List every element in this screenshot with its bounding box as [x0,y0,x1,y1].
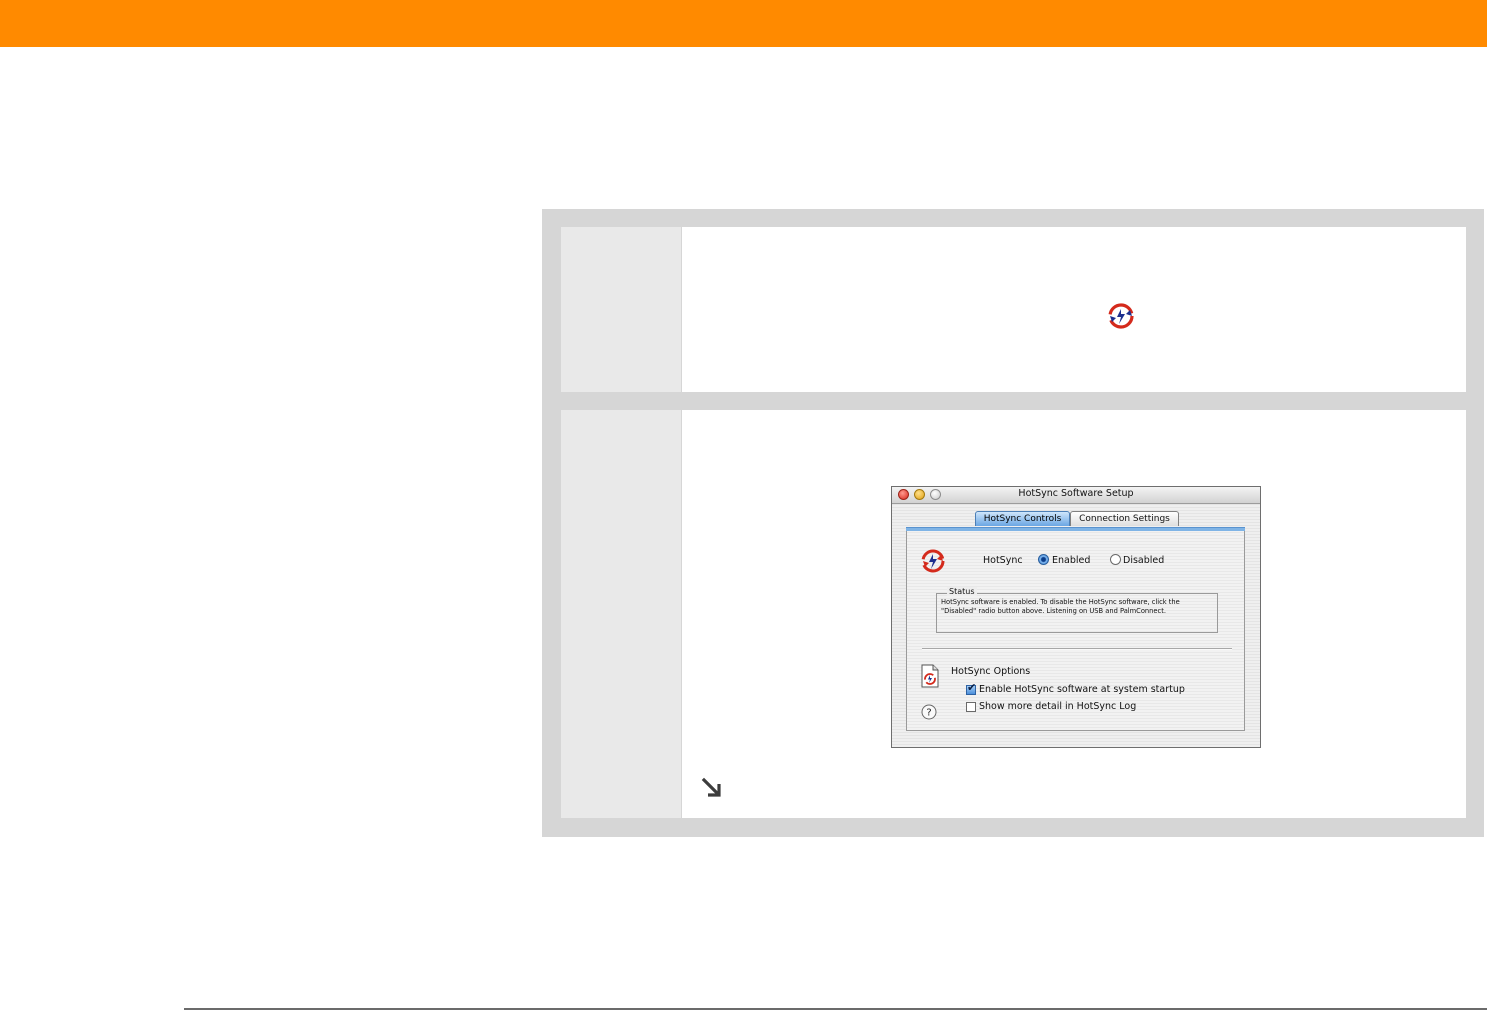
tab-hotsync-controls[interactable]: HotSync Controls [975,511,1070,526]
disabled-radio-label[interactable]: Disabled [1123,555,1164,566]
startup-checkbox[interactable]: ✔ [966,681,977,695]
hotsync-setup-window: HotSync Software Setup HotSync Controls … [891,486,1261,748]
detail-log-checkbox[interactable] [966,702,976,712]
disabled-radio[interactable] [1110,554,1121,565]
hotsync-document-icon [921,664,939,688]
step-content: HotSync Software Setup HotSync Controls … [682,410,1466,818]
checkmark-icon: ✔ [967,681,977,694]
status-group: Status HotSync software is enabled. To d… [936,587,1218,633]
steps-panel: HotSync Software Setup HotSync Controls … [542,209,1484,837]
enabled-radio[interactable] [1038,554,1049,565]
svg-text:?: ? [926,708,931,719]
step-row-1 [561,227,1466,392]
window-title: HotSync Software Setup [1018,488,1134,499]
hotsync-options-title: HotSync Options [951,666,1031,677]
step-row-2: HotSync Software Setup HotSync Controls … [561,410,1466,818]
step-number-cell [561,227,681,392]
status-legend: Status [947,587,977,596]
hotsync-icon [1108,303,1134,329]
tab-connection-settings[interactable]: Connection Settings [1070,511,1179,526]
hotsync-label: HotSync [983,555,1023,566]
enabled-radio-label[interactable]: Enabled [1052,555,1090,566]
status-text: HotSync software is enabled. To disable … [941,598,1180,615]
step-content [682,227,1466,392]
startup-checkbox-label[interactable]: Enable HotSync software at system startu… [979,684,1185,695]
divider [922,648,1232,650]
detail-log-checkbox-label[interactable]: Show more detail in HotSync Log [979,701,1136,712]
window-titlebar[interactable]: HotSync Software Setup [892,487,1260,504]
step-number-cell [561,410,681,818]
help-icon[interactable]: ? [921,704,937,720]
header-bar [0,0,1487,47]
continue-arrow-icon [701,777,721,797]
hotsync-icon [921,549,945,573]
hotsync-controls-pane: HotSync Enabled Disabled Status HotSync … [906,531,1245,731]
